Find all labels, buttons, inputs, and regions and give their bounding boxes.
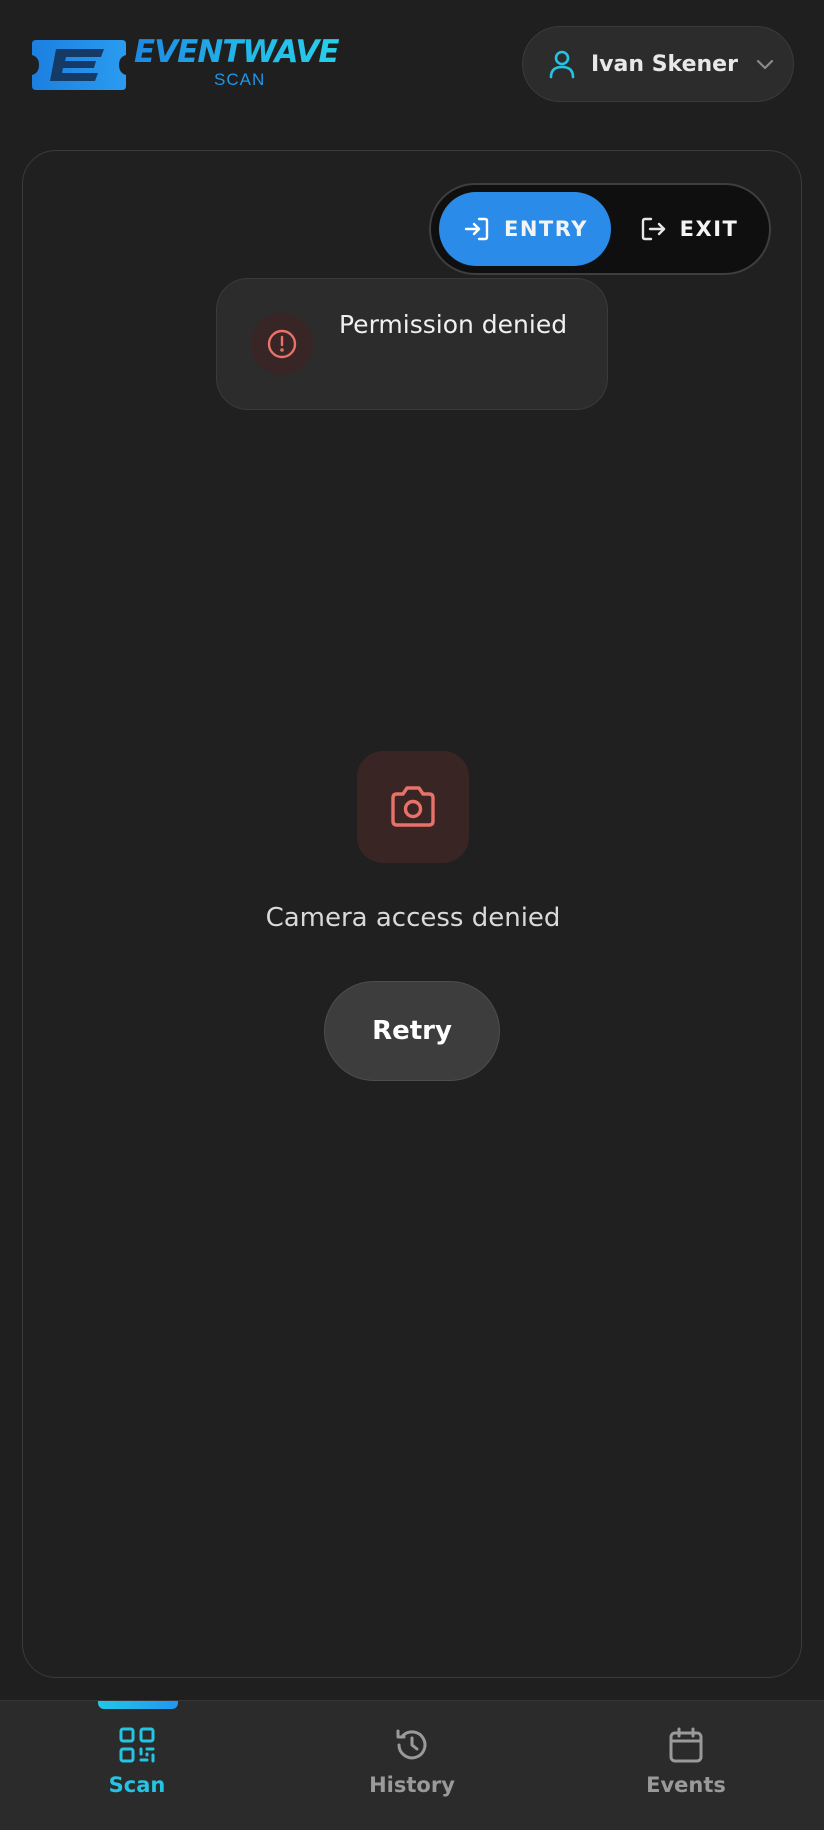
exit-label: EXIT	[679, 217, 739, 241]
qr-code-icon	[119, 1727, 155, 1763]
nav-label-scan: Scan	[108, 1773, 166, 1797]
scanner-panel: ENTRY EXIT Permission denied Camera acce…	[22, 150, 802, 1678]
user-menu-button[interactable]: Ivan Skener	[522, 26, 794, 102]
nav-label-events: Events	[646, 1773, 726, 1797]
nav-tab-events[interactable]: Events	[586, 1725, 786, 1815]
entry-label: ENTRY	[504, 217, 588, 241]
eventwave-logo: EVENTWAVE SCAN	[30, 34, 350, 96]
nav-label-history: History	[369, 1773, 455, 1797]
retry-button[interactable]: Retry	[324, 981, 500, 1081]
toast-message: Permission denied	[339, 310, 568, 339]
logo-wordmark: EVENTWAVE	[134, 34, 340, 70]
login-arrow-icon	[464, 217, 489, 241]
ticket-logo-icon	[32, 40, 126, 90]
calendar-icon	[669, 1727, 703, 1763]
active-tab-indicator	[98, 1701, 178, 1709]
user-icon	[547, 49, 577, 79]
nav-tab-history[interactable]: History	[312, 1725, 512, 1815]
exit-mode-button[interactable]: EXIT	[615, 192, 761, 266]
bottom-navigation: Scan History Events	[0, 1700, 824, 1830]
alert-circle-icon	[267, 329, 297, 359]
app-header: EVENTWAVE SCAN Ivan Skener	[0, 0, 824, 130]
chevron-down-icon	[754, 53, 776, 75]
camera-denied-message: Camera access denied	[265, 903, 561, 933]
toast-icon-container	[251, 313, 313, 375]
nav-tab-scan[interactable]: Scan	[37, 1725, 237, 1815]
logo-subtitle: SCAN	[214, 70, 266, 89]
camera-icon	[391, 786, 435, 827]
permission-toast: Permission denied	[216, 278, 608, 410]
entry-mode-button[interactable]: ENTRY	[439, 192, 611, 266]
entry-exit-toggle: ENTRY EXIT	[429, 183, 771, 275]
camera-denied-badge	[357, 751, 469, 863]
history-icon	[396, 1729, 427, 1760]
user-name: Ivan Skener	[591, 51, 738, 77]
logout-arrow-icon	[641, 217, 665, 241]
